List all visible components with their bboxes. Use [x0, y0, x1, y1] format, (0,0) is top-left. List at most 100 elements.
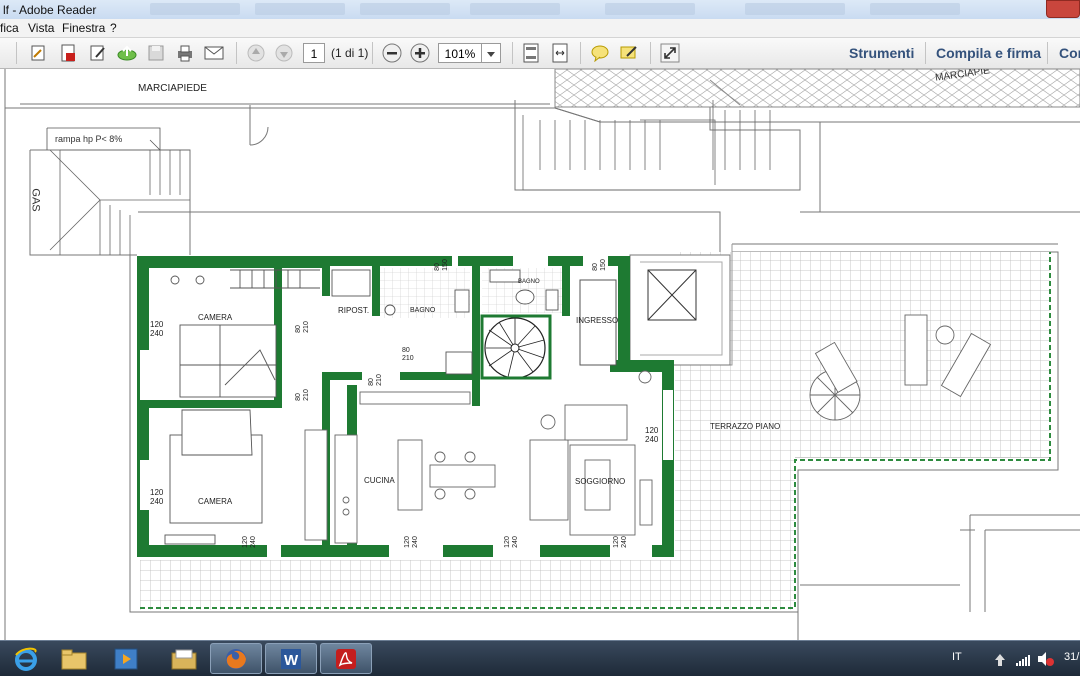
cloud-upload-icon[interactable]	[115, 41, 139, 65]
room-label-camera-1: CAMERA	[198, 313, 233, 322]
dimension-label: 120 240	[404, 536, 420, 548]
dimension-label: 120 240	[150, 320, 163, 338]
folder-icon[interactable]	[158, 643, 210, 674]
expand-icon[interactable]	[658, 41, 682, 65]
tools-button[interactable]: Strumenti	[849, 45, 914, 61]
dimension-height: 210	[302, 389, 310, 401]
menu-vista[interactable]: Vista	[28, 21, 54, 35]
toolbar-separator	[16, 42, 17, 64]
dimension-height: 240	[249, 536, 257, 548]
word-icon[interactable]: W	[265, 643, 317, 674]
dimension-label: 80 210	[295, 321, 311, 333]
dimension-height: 210	[302, 321, 310, 333]
file-explorer-icon[interactable]	[48, 643, 100, 674]
dimension-height: 240	[620, 536, 628, 548]
menu-help[interactable]: ?	[110, 21, 117, 35]
previous-page-icon[interactable]	[244, 41, 268, 65]
dimension-label: 120 240	[504, 536, 520, 548]
room-label-bagno-1: BAGNO	[410, 307, 436, 314]
print-icon[interactable]	[173, 41, 197, 65]
background-tab	[745, 3, 845, 15]
clock[interactable]: 31/	[1064, 651, 1079, 663]
open-icon[interactable]	[27, 41, 51, 65]
toolbar: 1 (1 di 1) 101% Strumenti Compila e firm…	[0, 38, 1080, 69]
volume-muted-icon[interactable]	[1038, 652, 1054, 671]
dimension-width: 120	[241, 536, 249, 548]
dimension-height: 240	[645, 435, 659, 444]
fit-width-icon[interactable]	[548, 41, 572, 65]
media-player-icon[interactable]	[100, 643, 152, 674]
plan-label-ramp: rampa hp P< 8%	[55, 134, 123, 144]
dimension-label: 80 150	[434, 259, 450, 271]
dimension-label: 120 240	[150, 488, 163, 506]
page-number-input[interactable]: 1	[303, 43, 325, 63]
dimension-width: 80	[591, 263, 599, 271]
dimension-height: 240	[150, 497, 164, 506]
comment-button[interactable]: Cor	[1059, 45, 1080, 61]
next-page-icon[interactable]	[272, 41, 296, 65]
toolbar-separator	[372, 42, 373, 64]
dimension-label: 80 210	[295, 389, 311, 401]
taskbar: W IT 31/	[0, 640, 1080, 676]
dimension-width: 120	[503, 536, 511, 548]
zoom-in-icon[interactable]	[408, 41, 432, 65]
dimension-label: 120 240	[242, 536, 258, 548]
toolbar-separator	[1047, 42, 1048, 64]
chevron-down-icon	[487, 52, 495, 57]
background-tab	[150, 3, 240, 15]
room-label-camera-2: CAMERA	[198, 497, 233, 506]
menu-modifica[interactable]: fica	[0, 21, 19, 35]
save-icon[interactable]	[144, 41, 168, 65]
close-window-button[interactable]	[1046, 0, 1080, 18]
network-icon[interactable]	[1016, 653, 1030, 671]
svg-text:W: W	[284, 652, 299, 669]
fit-page-icon[interactable]	[519, 41, 543, 65]
comment-icon[interactable]	[588, 41, 612, 65]
room-label-ripost: RIPOST.	[338, 306, 370, 315]
page-total-label: (1 di 1)	[331, 46, 369, 60]
background-tab	[470, 3, 560, 15]
toolbar-separator	[650, 42, 651, 64]
room-label-ingresso: INGRESSO	[576, 316, 619, 325]
dimension-width: 120	[150, 488, 164, 497]
zoom-select[interactable]: 101%	[438, 43, 482, 63]
notifications-icon[interactable]	[995, 653, 1005, 671]
dimension-label: 80 210	[368, 374, 384, 386]
email-icon[interactable]	[202, 41, 226, 65]
adobe-reader-icon[interactable]	[320, 643, 372, 674]
dimension-label: 80 210	[402, 347, 414, 363]
language-indicator[interactable]: IT	[952, 651, 962, 663]
dimension-label: 120 240	[613, 536, 629, 548]
document-view[interactable]: MARCIAPIEDE MARCIAPIE rampa hp P< 8% GAS…	[0, 69, 1080, 640]
room-label-cucina: CUCINA	[364, 476, 395, 485]
dimension-width: 80	[294, 325, 302, 333]
fill-sign-button[interactable]: Compila e firma	[936, 45, 1041, 61]
dimension-label: 80 150	[592, 259, 608, 271]
window-title: lf - Adobe Reader	[3, 3, 97, 17]
dimension-height: 240	[150, 329, 164, 338]
window-titlebar: lf - Adobe Reader	[0, 0, 1080, 20]
edit-icon[interactable]	[86, 41, 110, 65]
highlight-icon[interactable]	[617, 41, 641, 65]
internet-explorer-icon[interactable]	[0, 643, 52, 674]
plan-label-gas: GAS	[29, 188, 42, 212]
dimension-height: 240	[511, 536, 519, 548]
create-pdf-icon[interactable]	[56, 41, 80, 65]
dimension-width: 120	[645, 426, 659, 435]
dimension-width: 80	[433, 263, 441, 271]
dimension-label: 120 240	[645, 426, 658, 444]
floor-plan-drawing	[4, 69, 1080, 640]
zoom-dropdown-button[interactable]	[481, 43, 501, 63]
dimension-width: 120	[612, 536, 620, 548]
zoom-out-icon[interactable]	[380, 41, 404, 65]
dimension-height: 210	[375, 374, 383, 386]
room-label-bagno-2: BAGNO	[518, 279, 540, 285]
firefox-icon[interactable]	[210, 643, 262, 674]
dimension-height: 210	[402, 355, 414, 362]
dimension-width: 80	[367, 378, 375, 386]
menu-finestra[interactable]: Finestra	[62, 21, 105, 35]
dimension-width: 80	[294, 393, 302, 401]
toolbar-separator	[236, 42, 237, 64]
plan-label-sidewalk: MARCIAPIEDE	[138, 83, 207, 94]
dimension-height: 240	[411, 536, 419, 548]
